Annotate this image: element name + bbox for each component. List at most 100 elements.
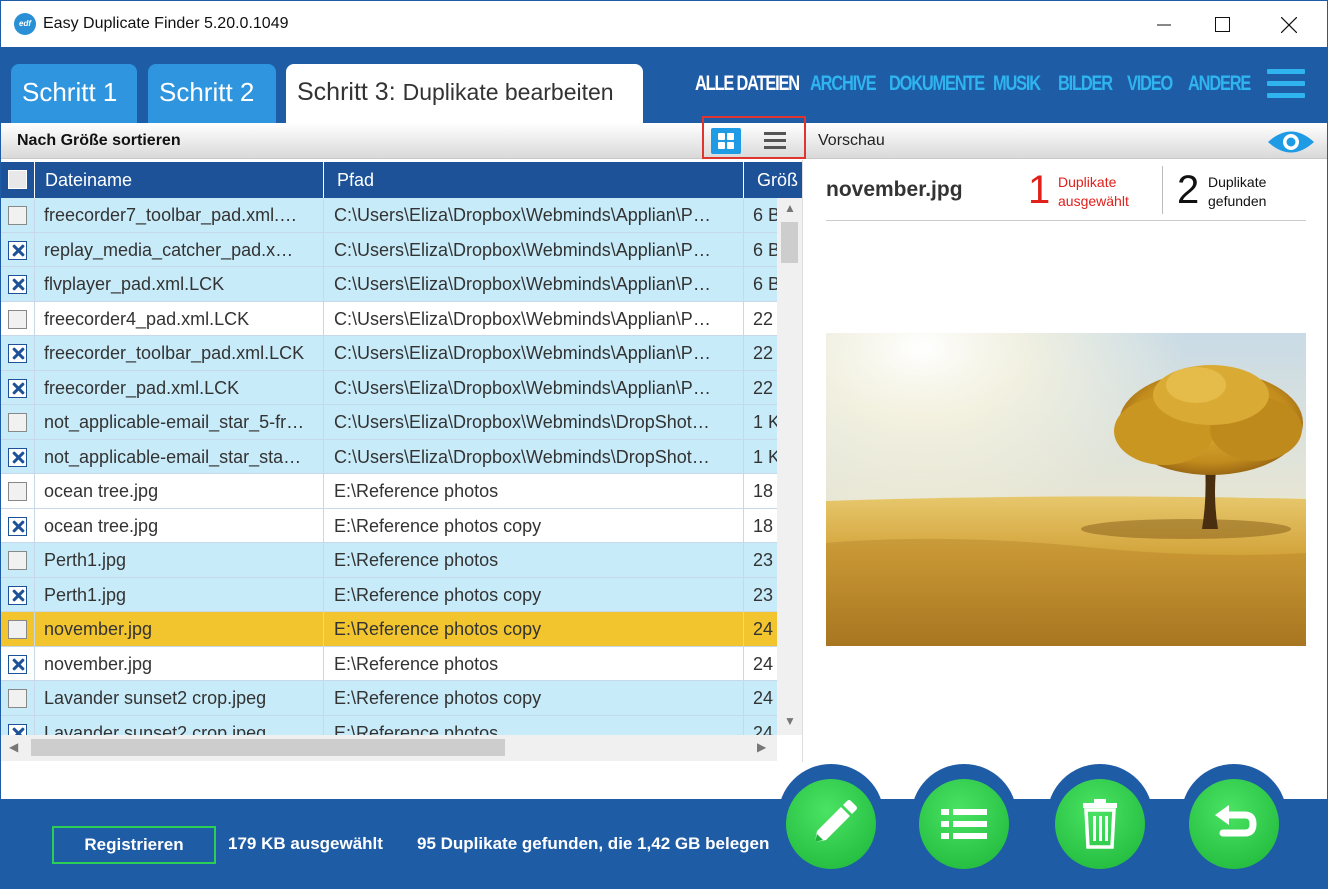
row-checkbox[interactable] [8,206,27,225]
filename-cell: ocean tree.jpg [35,474,324,508]
path-cell: C:\Users\Eliza\Dropbox\Webminds\DropShot… [324,405,744,439]
row-checkbox[interactable] [8,654,27,674]
row-checkbox[interactable] [8,516,27,536]
close-button[interactable] [1259,1,1317,47]
tab-step-2[interactable]: Schritt 2 [148,64,276,123]
row-checkbox[interactable] [8,585,27,605]
row-checkbox[interactable] [8,689,27,708]
table-row[interactable]: not_applicable-email_star_5-fr… C:\Users\… [1,405,777,440]
row-checkbox[interactable] [8,344,27,363]
sort-label[interactable]: Nach Größe sortieren [17,132,181,150]
row-checkbox[interactable] [8,447,27,467]
filename-cell: Perth1.jpg [35,577,324,612]
scroll-right-icon[interactable]: ▶ [757,740,766,754]
table-row[interactable]: Lavander sunset2 crop.jpeg E:\Reference p… [1,681,777,716]
horizontal-scrollbar[interactable]: ◀ ▶ [1,735,777,761]
size-cell: 23 [753,550,774,570]
row-checkbox[interactable] [8,551,27,570]
edit-button[interactable] [786,779,876,869]
path-cell: E:\Reference photos [324,474,744,508]
category-music[interactable]: MUSIK [993,72,1041,96]
duplicates-table: Dateiname Pfad Größ freecorder7_toolbar_… [1,160,802,762]
preview-separator [1162,166,1163,214]
row-checkbox[interactable] [8,413,27,432]
table-row[interactable]: freecorder_pad.xml.LCK C:\Users\Eliza\Dro… [1,370,777,405]
vertical-scroll-thumb[interactable] [781,222,798,263]
size-cell: 24 [753,653,774,674]
row-checkbox[interactable] [8,240,27,260]
minimize-button[interactable] [1135,1,1193,47]
row-checkbox[interactable] [8,378,27,398]
list-view-icon[interactable] [764,132,786,150]
preview-label: Vorschau [818,132,885,149]
checkbox-cell [1,336,35,370]
register-button[interactable]: Registrieren [52,826,216,864]
maximize-button[interactable] [1193,1,1251,47]
table-row[interactable]: Perth1.jpg E:\Reference photos 23 [1,543,777,578]
table-row[interactable]: ocean tree.jpg E:\Reference photos copy 18 [1,508,777,543]
category-archives[interactable]: ARCHIVE [810,72,877,96]
category-video[interactable]: VIDEO [1127,72,1173,96]
category-images[interactable]: BILDER [1058,72,1113,96]
row-checkbox[interactable] [8,482,27,501]
hamburger-menu-icon[interactable] [1267,69,1305,101]
path-cell: E:\Reference photos copy [324,508,744,543]
scroll-left-icon[interactable]: ◀ [9,740,18,754]
table-row[interactable]: november.jpg E:\Reference photos copy 24 [1,612,777,647]
path-cell: E:\Reference photos copy [324,681,744,715]
category-documents[interactable]: DOKUMENTE [889,72,985,96]
select-all-checkbox[interactable] [8,170,27,189]
undo-button[interactable] [1189,779,1279,869]
selected-label-line-2: ausgewählt [1058,193,1129,209]
grid-view-icon[interactable] [711,128,741,154]
size-cell: 23 [753,584,774,605]
horizontal-scroll-thumb[interactable] [31,739,505,756]
duplicates-summary-text: 95 Duplikate gefunden, die 1,42 GB beleg… [417,834,770,853]
header: Schritt 1 Schritt 2 Schritt 3: Duplikate… [1,47,1327,123]
column-header-path[interactable]: Pfad [324,162,744,198]
delete-button[interactable] [1055,779,1145,869]
checkbox-cell [1,474,35,508]
select-all-cell [1,162,35,198]
table-row[interactable]: Perth1.jpg E:\Reference photos copy 23 [1,577,777,612]
column-header-size[interactable]: Größ [744,162,802,198]
table-row[interactable]: flvplayer_pad.xml.LCK C:\Users\Eliza\Drop… [1,267,777,302]
list-button[interactable] [919,779,1009,869]
row-checkbox[interactable] [8,275,27,294]
row-checkbox[interactable] [8,723,27,735]
app-logo-icon: edf [14,13,36,35]
path-cell: C:\Users\Eliza\Dropbox\Webminds\Applian\… [324,198,744,232]
table-row[interactable]: freecorder7_toolbar_pad.xml.… C:\Users\El… [1,198,777,233]
table-row[interactable]: freecorder_toolbar_pad.xml.LCK C:\Users\E… [1,336,777,371]
vertical-scrollbar[interactable]: ▲ ▼ [777,198,802,735]
path-cell: E:\Reference photos copy [324,577,744,612]
table-row[interactable]: freecorder4_pad.xml.LCK C:\Users\Eliza\Dr… [1,301,777,336]
preview-rule [826,220,1306,221]
table-row[interactable]: november.jpg E:\Reference photos 24 [1,646,777,681]
scroll-up-icon[interactable]: ▲ [784,201,796,215]
path-cell: E:\Reference photos copy [324,612,744,646]
column-header-filename[interactable]: Dateiname [35,162,324,198]
table-row[interactable]: replay_media_catcher_pad.x… C:\Users\Eliz… [1,232,777,267]
category-all-files[interactable]: ALLE DATEIEN [695,72,800,96]
filename-cell: freecorder_toolbar_pad.xml.LCK [35,336,324,370]
filename-cell: not_applicable-email_star_5-fr… [35,405,324,439]
category-other[interactable]: ANDERE [1188,72,1251,96]
selected-size-text: 179 KB ausgewählt [228,834,383,853]
table-row[interactable]: not_applicable-email_star_sta… C:\Users\E… [1,439,777,474]
row-checkbox[interactable] [8,620,27,639]
row-checkbox[interactable] [8,309,27,329]
size-cell: 18 [753,481,774,501]
tab-sublabel: Duplikate bearbeiten [402,79,614,105]
undo-icon [1215,805,1257,837]
app-window: edf Easy Duplicate Finder 5.20.0.1049 Sc… [0,0,1328,889]
table-row[interactable]: ocean tree.jpg E:\Reference photos 18 [1,474,777,509]
scroll-down-icon[interactable]: ▼ [784,714,796,728]
table-row[interactable]: Lavander sunset2 crop.jpeg E:\Reference p… [1,715,777,735]
minimize-icon [1157,24,1171,26]
eye-icon[interactable] [1266,127,1316,157]
window-title: Easy Duplicate Finder 5.20.0.1049 [43,15,289,32]
tab-step-1[interactable]: Schritt 1 [11,64,137,123]
filename-cell: Lavander sunset2 crop.jpeg [35,715,324,735]
tab-step-3[interactable]: Schritt 3: Duplikate bearbeiten [286,64,643,123]
